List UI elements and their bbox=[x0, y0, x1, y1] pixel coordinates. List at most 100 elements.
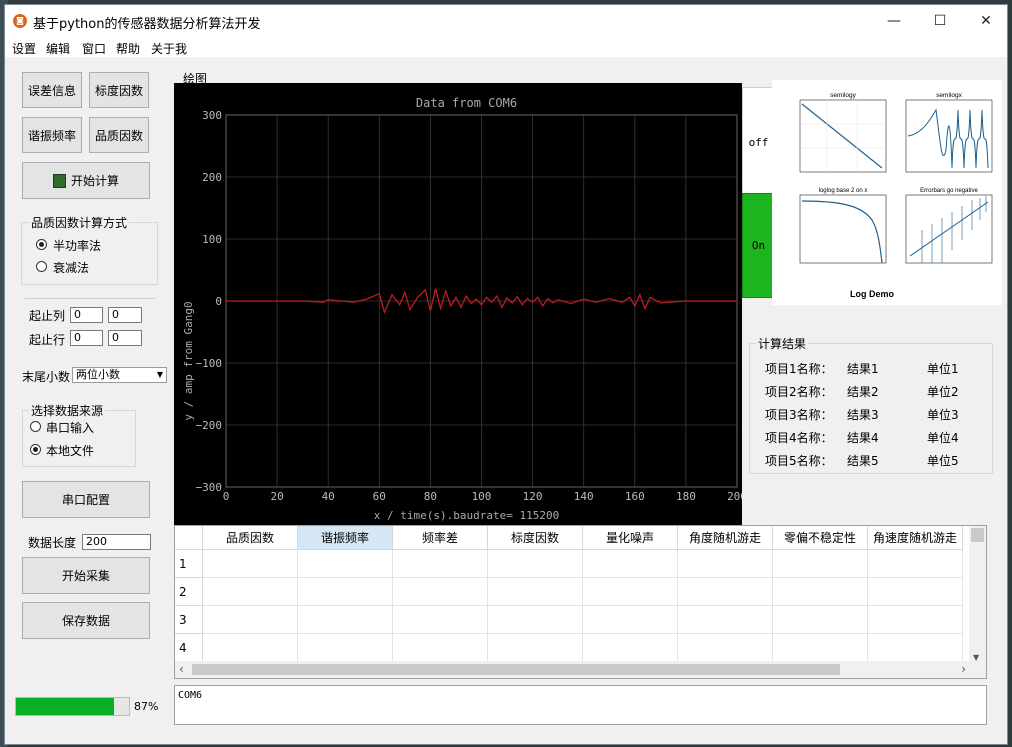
table-cell[interactable] bbox=[488, 550, 583, 578]
serial-console[interactable]: COM6 bbox=[174, 685, 987, 725]
start-calc-button[interactable]: 开始计算 bbox=[22, 162, 150, 199]
scale-factor-button[interactable]: 标度因数 bbox=[89, 72, 149, 108]
row-range-label: 起止行 bbox=[29, 333, 66, 347]
result-value: 结果2 bbox=[847, 385, 879, 399]
horizontal-scroll-thumb[interactable] bbox=[192, 664, 840, 675]
table-cell[interactable] bbox=[678, 578, 773, 606]
column-header[interactable]: 角速度随机游走 bbox=[868, 526, 963, 550]
table-cell[interactable] bbox=[298, 634, 393, 662]
x-tick-label: 60 bbox=[373, 490, 386, 503]
table-cell[interactable] bbox=[298, 578, 393, 606]
menu-help[interactable]: 帮助 bbox=[116, 40, 140, 57]
toggle-on-button[interactable]: On bbox=[742, 193, 775, 298]
toggle-off-button[interactable]: off bbox=[742, 87, 775, 197]
log-demo-thumbnail: semilogy semilogx loglog base 2 on x Err… bbox=[772, 80, 1002, 305]
table-cell[interactable] bbox=[678, 550, 773, 578]
table-cell[interactable] bbox=[678, 634, 773, 662]
scroll-left-icon[interactable]: ‹ bbox=[179, 662, 184, 676]
chart-svg: 0 20 40 60 80 100 120 140 160 180 200 300 200 100 0 −10… bbox=[182, 96, 747, 522]
data-length-input[interactable]: 200 bbox=[82, 534, 151, 550]
column-header[interactable]: 角度随机游走 bbox=[678, 526, 773, 550]
progress-bar bbox=[15, 697, 130, 716]
column-header[interactable]: 谐振频率 bbox=[298, 526, 393, 550]
table-cell[interactable] bbox=[393, 550, 488, 578]
table-cell[interactable] bbox=[583, 578, 678, 606]
results-table[interactable]: 品质因数 谐振频率 频率差 标度因数 量化噪声 角度随机游走 零偏不稳定性 角速度随机游走 1 2… bbox=[174, 525, 987, 679]
table-corner bbox=[175, 526, 203, 550]
row-header[interactable]: 1 bbox=[175, 550, 203, 578]
serial-config-button[interactable]: 串口配置 bbox=[22, 481, 150, 518]
table-cell[interactable] bbox=[773, 578, 868, 606]
table-cell[interactable] bbox=[773, 606, 868, 634]
menu-edit[interactable]: 编辑 bbox=[46, 40, 70, 57]
table-cell[interactable] bbox=[393, 606, 488, 634]
table-cell[interactable] bbox=[298, 550, 393, 578]
table-cell[interactable] bbox=[773, 550, 868, 578]
table-cell[interactable] bbox=[583, 634, 678, 662]
row-header[interactable]: 4 bbox=[175, 634, 203, 662]
table-cell[interactable] bbox=[868, 550, 963, 578]
table-cell[interactable] bbox=[488, 606, 583, 634]
half-power-radio[interactable] bbox=[36, 239, 47, 250]
column-header[interactable]: 零偏不稳定性 bbox=[773, 526, 868, 550]
column-header[interactable]: 标度因数 bbox=[488, 526, 583, 550]
table-cell[interactable] bbox=[203, 606, 298, 634]
table-cell[interactable] bbox=[868, 606, 963, 634]
vertical-scrollbar[interactable]: ▼ bbox=[969, 526, 986, 664]
local-file-radio[interactable] bbox=[30, 444, 41, 455]
horizontal-scrollbar[interactable]: ‹ › bbox=[175, 661, 986, 678]
table-cell[interactable] bbox=[868, 634, 963, 662]
col-end-input[interactable]: 0 bbox=[108, 307, 142, 323]
table-cell[interactable] bbox=[488, 578, 583, 606]
log-demo-svg: semilogy semilogx loglog base 2 on x Err… bbox=[799, 92, 993, 299]
table-cell[interactable] bbox=[298, 606, 393, 634]
half-power-label: 半功率法 bbox=[53, 239, 102, 253]
result-value: 结果3 bbox=[847, 408, 879, 422]
col-range-label: 起止列 bbox=[29, 309, 66, 323]
maximize-button[interactable]: ☐ bbox=[917, 5, 963, 37]
row-end-input[interactable]: 0 bbox=[108, 330, 142, 346]
column-header[interactable]: 品质因数 bbox=[203, 526, 298, 550]
serial-input-radio[interactable] bbox=[30, 421, 41, 432]
x-tick-label: 0 bbox=[223, 490, 230, 503]
menu-settings[interactable]: 设置 bbox=[12, 40, 36, 57]
resonant-frequency-button[interactable]: 谐振频率 bbox=[22, 117, 82, 153]
error-info-button[interactable]: 误差信息 bbox=[22, 72, 82, 108]
column-header[interactable]: 频率差 bbox=[393, 526, 488, 550]
table-cell[interactable] bbox=[773, 634, 868, 662]
vertical-scroll-thumb[interactable] bbox=[971, 528, 984, 542]
table-cell[interactable] bbox=[678, 606, 773, 634]
table-cell[interactable] bbox=[583, 606, 678, 634]
minimize-button[interactable]: — bbox=[871, 5, 917, 37]
table-cell[interactable] bbox=[583, 550, 678, 578]
scroll-right-icon[interactable]: › bbox=[961, 662, 966, 676]
decimals-value: 两位小数 bbox=[76, 368, 120, 381]
column-header[interactable]: 量化噪声 bbox=[583, 526, 678, 550]
decimals-select[interactable]: 两位小数 ▼ bbox=[72, 367, 167, 383]
menu-about[interactable]: 关于我 bbox=[151, 40, 187, 57]
table-cell[interactable] bbox=[393, 634, 488, 662]
chart-title: Data from COM6 bbox=[416, 96, 517, 110]
result-value: 结果1 bbox=[847, 362, 879, 376]
table-cell[interactable] bbox=[203, 578, 298, 606]
start-collect-button[interactable]: 开始采集 bbox=[22, 557, 150, 594]
row-header[interactable]: 3 bbox=[175, 606, 203, 634]
close-button[interactable]: ✕ bbox=[963, 5, 1009, 37]
table-cell[interactable] bbox=[488, 634, 583, 662]
row-header[interactable]: 2 bbox=[175, 578, 203, 606]
table-cell[interactable] bbox=[203, 634, 298, 662]
table-cell[interactable] bbox=[393, 578, 488, 606]
menu-window[interactable]: 窗口 bbox=[82, 40, 106, 57]
save-data-button[interactable]: 保存数据 bbox=[22, 602, 150, 639]
title-bar[interactable]: ◙ 基于python的传感器数据分析算法开发 — ☐ ✕ bbox=[5, 5, 1007, 37]
main-window: ◙ 基于python的传感器数据分析算法开发 — ☐ ✕ 设置 编辑 窗口 帮助… bbox=[4, 4, 1008, 745]
row-start-input[interactable]: 0 bbox=[70, 330, 103, 346]
decay-radio[interactable] bbox=[36, 261, 47, 272]
col-start-input[interactable]: 0 bbox=[70, 307, 103, 323]
semilogx-axes bbox=[905, 99, 993, 173]
table-cell[interactable] bbox=[203, 550, 298, 578]
quality-factor-button[interactable]: 品质因数 bbox=[89, 117, 149, 153]
table-cell[interactable] bbox=[868, 578, 963, 606]
result-unit: 单位3 bbox=[927, 408, 959, 422]
x-axis-label: x / time(s).baudrate= 115200 bbox=[374, 509, 559, 522]
